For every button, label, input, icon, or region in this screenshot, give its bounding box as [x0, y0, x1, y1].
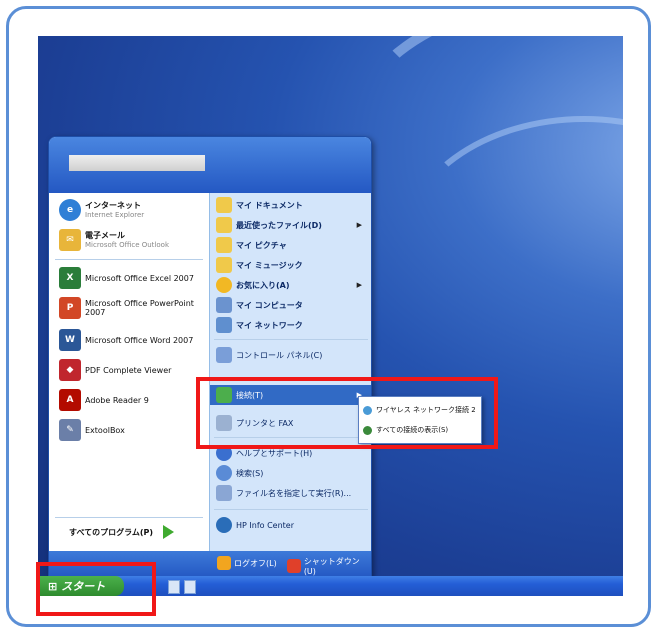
internet-item[interactable]: e インターネット Internet Explorer [59, 199, 144, 221]
start-menu: e インターネット Internet Explorer ✉ 電子メール Micr… [48, 136, 372, 578]
hp-info-label: HP Info Center [236, 520, 294, 530]
extoolbox-item[interactable]: ✎ ExtoolBox [59, 419, 125, 441]
my-computer-item[interactable]: マイ コンピュータ [216, 297, 366, 313]
favorites-label: お気に入り(A) [236, 280, 290, 290]
word-icon: W [59, 329, 81, 351]
submenu-arrow-icon: ▶ [356, 221, 362, 229]
internet-explorer-icon: e [59, 199, 81, 221]
star-icon [216, 277, 232, 293]
computer-icon [216, 297, 232, 313]
pdf-viewer-item[interactable]: ◆ PDF Complete Viewer [59, 359, 171, 381]
my-music-item[interactable]: マイ ミュージック [216, 257, 366, 273]
power-icon [287, 559, 301, 573]
email-label: 電子メール [85, 230, 125, 240]
quick-launch-icon[interactable] [168, 580, 180, 594]
extoolbox-icon: ✎ [59, 419, 81, 441]
help-label: ヘルプとサポート(H) [236, 448, 313, 458]
places-column: マイ ドキュメント 最近使ったファイル(D) ▶ マイ ピクチャ マイ ミュージ… [209, 193, 371, 553]
my-pictures-label: マイ ピクチャ [236, 240, 287, 250]
shutdown-button[interactable]: シャットダウン(U) [287, 556, 371, 576]
control-panel-icon [216, 347, 232, 363]
folder-icon [216, 237, 232, 253]
extoolbox-label: ExtoolBox [85, 425, 125, 435]
logoff-icon [217, 556, 231, 570]
run-label: ファイル名を指定して実行(R)... [236, 488, 352, 498]
my-music-label: マイ ミュージック [236, 260, 303, 270]
internet-sub: Internet Explorer [85, 210, 145, 219]
control-panel-item[interactable]: コントロール パネル(C) [216, 347, 366, 363]
powerpoint-icon: P [59, 297, 81, 319]
my-network-label: マイ ネットワーク [236, 320, 303, 330]
divider [55, 517, 203, 518]
my-documents-item[interactable]: マイ ドキュメント [216, 197, 366, 213]
my-documents-label: マイ ドキュメント [236, 200, 303, 210]
search-item[interactable]: 検索(S) [216, 465, 366, 481]
menu-header [49, 137, 371, 193]
green-arrow-icon [163, 525, 175, 539]
network-icon [216, 317, 232, 333]
hp-icon [216, 517, 232, 533]
folder-icon [216, 217, 232, 233]
quick-launch-icon[interactable] [184, 580, 196, 594]
powerpoint-label: Microsoft Office PowerPoint 2007 [85, 299, 194, 317]
connect-highlight-box [196, 377, 498, 449]
user-name [69, 155, 205, 171]
recent-files-label: 最近使ったファイル(D) [236, 220, 322, 230]
logoff-button[interactable]: ログオフ(L) [217, 556, 277, 570]
pinned-programs: e インターネット Internet Explorer ✉ 電子メール Micr… [49, 193, 209, 553]
adobe-reader-icon: A [59, 389, 81, 411]
recent-files-item[interactable]: 最近使ったファイル(D) ▶ [216, 217, 366, 233]
my-computer-label: マイ コンピュータ [236, 300, 303, 310]
adobe-reader-item[interactable]: A Adobe Reader 9 [59, 389, 149, 411]
search-label: 検索(S) [236, 468, 264, 478]
powerpoint-item[interactable]: P Microsoft Office PowerPoint 2007 [59, 297, 199, 319]
submenu-arrow-icon: ▶ [356, 281, 362, 289]
hp-info-item[interactable]: HP Info Center [216, 517, 366, 533]
start-highlight-box [36, 562, 156, 616]
excel-label: Microsoft Office Excel 2007 [85, 273, 194, 283]
word-item[interactable]: W Microsoft Office Word 2007 [59, 329, 193, 351]
run-icon [216, 485, 232, 501]
all-programs-button[interactable]: すべてのプログラム(P) [69, 525, 175, 539]
email-item[interactable]: ✉ 電子メール Microsoft Office Outlook [59, 229, 169, 251]
adobe-reader-label: Adobe Reader 9 [85, 395, 149, 405]
email-sub: Microsoft Office Outlook [85, 240, 169, 249]
folder-icon [216, 257, 232, 273]
my-network-item[interactable]: マイ ネットワーク [216, 317, 366, 333]
divider [214, 339, 368, 340]
desktop: e インターネット Internet Explorer ✉ 電子メール Micr… [38, 36, 623, 596]
internet-label: インターネット [85, 200, 141, 210]
favorites-item[interactable]: お気に入り(A) ▶ [216, 277, 366, 293]
pdf-viewer-label: PDF Complete Viewer [85, 365, 172, 375]
word-label: Microsoft Office Word 2007 [85, 335, 194, 345]
divider [214, 509, 368, 510]
excel-item[interactable]: X Microsoft Office Excel 2007 [59, 267, 194, 289]
logoff-label: ログオフ(L) [234, 558, 277, 568]
search-icon [216, 465, 232, 481]
folder-icon [216, 197, 232, 213]
run-item[interactable]: ファイル名を指定して実行(R)... [216, 485, 366, 501]
control-panel-label: コントロール パネル(C) [236, 350, 323, 360]
shutdown-label: シャットダウン(U) [303, 557, 360, 576]
excel-icon: X [59, 267, 81, 289]
outlook-icon: ✉ [59, 229, 81, 251]
divider [55, 259, 203, 260]
pdf-icon: ◆ [59, 359, 81, 381]
my-pictures-item[interactable]: マイ ピクチャ [216, 237, 366, 253]
all-programs-label: すべてのプログラム(P) [69, 527, 154, 537]
